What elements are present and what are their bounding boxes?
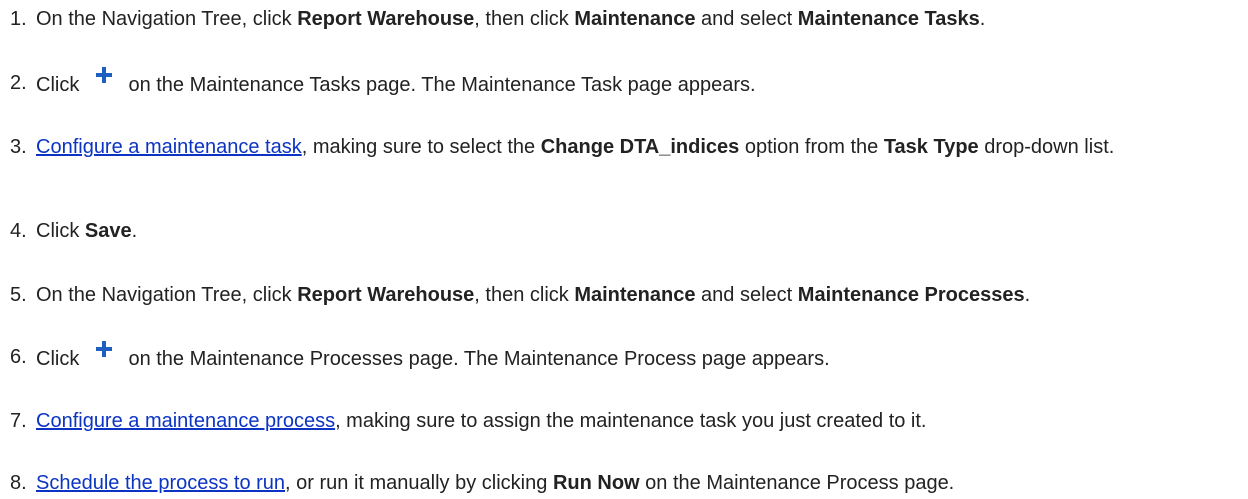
ui-term: Change DTA_indices <box>540 136 740 158</box>
step-text-run: on the Maintenance Processes page. The M… <box>122 348 830 370</box>
step-number: 6. <box>10 346 27 368</box>
step-5: 5. On the Navigation Tree, click Report W… <box>0 280 1230 311</box>
ui-term: Maintenance Processes <box>797 284 1025 306</box>
step-text: Configure a maintenance task, making sur… <box>36 132 1230 163</box>
step-text-run: on the Maintenance Process page. <box>639 472 955 494</box>
step-number: 3. <box>10 136 27 158</box>
step-1: 1. On the Navigation Tree, click Report W… <box>0 4 1230 35</box>
step-number: 5. <box>10 284 27 306</box>
step-2: 2. Click on the Maintenance Tasks page. T… <box>0 67 1230 101</box>
step-text-run: On the Navigation Tree, click <box>36 8 298 30</box>
step-link[interactable]: Configure a maintenance task <box>36 136 302 158</box>
step-3: 3. Configure a maintenance task, making s… <box>0 132 1230 163</box>
step-text-run: on the Maintenance Tasks page. The Maint… <box>122 74 756 96</box>
step-text-run: , or run it manually by clicking <box>285 472 553 494</box>
plus-icon <box>91 62 117 88</box>
step-link[interactable]: Configure a maintenance process <box>36 410 335 432</box>
plus-icon <box>91 336 117 362</box>
step-text: Click Save. <box>36 216 1230 247</box>
step-text-run: and select <box>695 284 798 306</box>
step-text-run: , then click <box>474 8 575 30</box>
step-number: 2. <box>10 72 27 94</box>
step-text: Click on the Maintenance Tasks page. The… <box>36 67 1230 101</box>
step-text-run: Click <box>36 74 85 96</box>
step-number: 4. <box>10 220 27 242</box>
step-text-run: . <box>131 220 138 242</box>
step-text-run: , then click <box>474 284 575 306</box>
step-text-run: Click <box>36 220 85 242</box>
step-number: 7. <box>10 410 27 432</box>
step-text: On the Navigation Tree, click Report War… <box>36 4 1230 35</box>
step-text-run: . <box>1024 284 1031 306</box>
step-4: 4. Click Save. <box>0 216 1230 247</box>
step-text-run: , making sure to select the <box>301 136 541 158</box>
ui-term: Report Warehouse <box>297 284 475 306</box>
step-8: 8. Schedule the process to run, or run it… <box>0 468 1230 499</box>
step-6: 6. Click on the Maintenance Processes pag… <box>0 341 1230 375</box>
step-text-run: , making sure to assign the maintenance … <box>335 410 927 432</box>
step-text-run: and select <box>695 8 798 30</box>
ui-term: Maintenance <box>574 8 696 30</box>
step-text: Click on the Maintenance Processes page.… <box>36 341 1230 375</box>
step-number: 1. <box>10 8 27 30</box>
step-text-run: . <box>979 8 986 30</box>
ui-term: Maintenance <box>574 284 696 306</box>
step-text-run: On the Navigation Tree, click <box>36 284 298 306</box>
step-text-run: option from the <box>739 136 884 158</box>
step-number: 8. <box>10 472 27 494</box>
step-text-run: drop-down list. <box>978 136 1115 158</box>
ui-term: Report Warehouse <box>297 8 475 30</box>
step-text: Schedule the process to run, or run it m… <box>36 468 1230 499</box>
ui-term: Maintenance Tasks <box>797 8 980 30</box>
step-text: On the Navigation Tree, click Report War… <box>36 280 1230 311</box>
ui-term: Run Now <box>552 472 640 494</box>
step-text: Configure a maintenance process, making … <box>36 406 1230 437</box>
ui-term: Task Type <box>883 136 979 158</box>
ui-term: Save <box>84 220 132 242</box>
step-text-run: Click <box>36 348 85 370</box>
step-link[interactable]: Schedule the process to run <box>36 472 285 494</box>
step-7: 7. Configure a maintenance process, makin… <box>0 406 1230 437</box>
